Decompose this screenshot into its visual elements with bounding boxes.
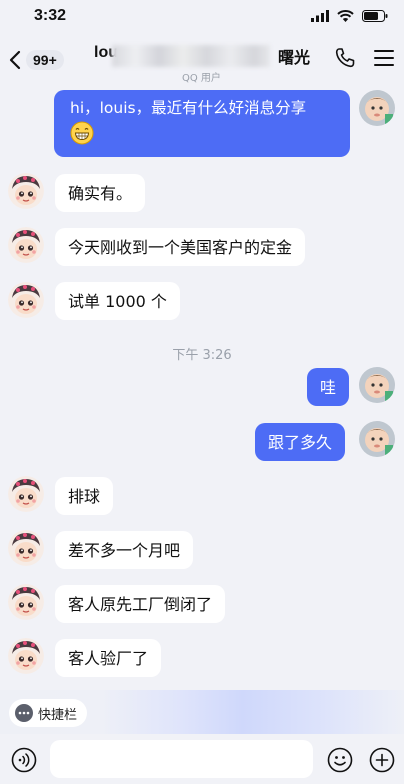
message-text: 客人验厂了: [68, 649, 149, 668]
quickbar-label: 快捷栏: [38, 707, 78, 723]
message-bubble-incoming[interactable]: 试单 1000 个: [55, 282, 180, 320]
back-button[interactable]: 99+: [8, 48, 68, 72]
message-bubble-outgoing[interactable]: 哇: [307, 368, 350, 406]
quickbar-area: 快捷栏: [0, 690, 404, 734]
message-input[interactable]: [50, 740, 313, 778]
grin-emoji-icon: [70, 121, 94, 145]
signal-icon: [311, 10, 329, 22]
message-text: 差不多一个月吧: [68, 541, 181, 560]
message-timestamp: 下午 3:26: [172, 348, 232, 363]
chat-title[interactable]: lou 曙光 QQ 用户: [92, 44, 314, 84]
quickbar-button[interactable]: 快捷栏: [9, 699, 88, 727]
message-text: 跟了多久: [268, 433, 333, 452]
message-text: 今天刚收到一个美国客户的定金: [68, 238, 293, 257]
message-text: 试单 1000 个: [68, 292, 167, 311]
my-avatar[interactable]: [359, 421, 395, 457]
status-bar: 3:32: [0, 0, 404, 34]
message-text: hi，louis，最近有什么好消息分享: [70, 99, 307, 117]
message-text: 哇: [320, 378, 337, 397]
my-avatar[interactable]: [359, 90, 395, 126]
status-icons: [311, 10, 388, 22]
dots-icon: [15, 704, 33, 722]
wifi-icon: [337, 10, 354, 22]
contact-avatar[interactable]: [8, 530, 44, 566]
title-redacted: [112, 45, 270, 67]
unread-badge: 99+: [26, 50, 64, 70]
chat-subtitle: QQ 用户: [182, 73, 221, 84]
contact-avatar[interactable]: [8, 282, 44, 318]
message-bubble-incoming[interactable]: 客人验厂了: [55, 639, 162, 677]
status-time: 3:32: [34, 7, 67, 24]
message-bubble-incoming[interactable]: 确实有。: [55, 174, 146, 212]
contact-avatar[interactable]: [8, 476, 44, 512]
chevron-left-icon: [9, 50, 21, 70]
message-text: 排球: [68, 487, 101, 506]
input-area: [0, 734, 404, 784]
message-bubble-outgoing[interactable]: 跟了多久: [255, 423, 346, 461]
phone-icon[interactable]: [333, 46, 357, 70]
voice-icon[interactable]: [11, 747, 37, 773]
message-text: 客人原先工厂倒闭了: [68, 595, 213, 614]
plus-icon[interactable]: [369, 747, 395, 773]
message-bubble-incoming[interactable]: 今天刚收到一个美国客户的定金: [55, 228, 306, 266]
contact-avatar[interactable]: [8, 584, 44, 620]
my-avatar[interactable]: [359, 367, 395, 403]
battery-icon: [362, 10, 388, 22]
contact-avatar[interactable]: [8, 173, 44, 209]
message-bubble-outgoing[interactable]: hi，louis，最近有什么好消息分享: [54, 90, 350, 157]
menu-icon[interactable]: [373, 47, 395, 69]
contact-avatar[interactable]: [8, 638, 44, 674]
emoji-icon[interactable]: [327, 747, 353, 773]
contact-avatar[interactable]: [8, 227, 44, 263]
message-text: 确实有。: [68, 184, 133, 203]
message-bubble-incoming[interactable]: 排球: [55, 477, 114, 515]
title-suffix: 曙光: [278, 50, 311, 67]
message-bubble-incoming[interactable]: 客人原先工厂倒闭了: [55, 585, 226, 623]
chat-header: 99+ lou 曙光 QQ 用户: [0, 34, 404, 84]
message-bubble-incoming[interactable]: 差不多一个月吧: [55, 531, 194, 569]
